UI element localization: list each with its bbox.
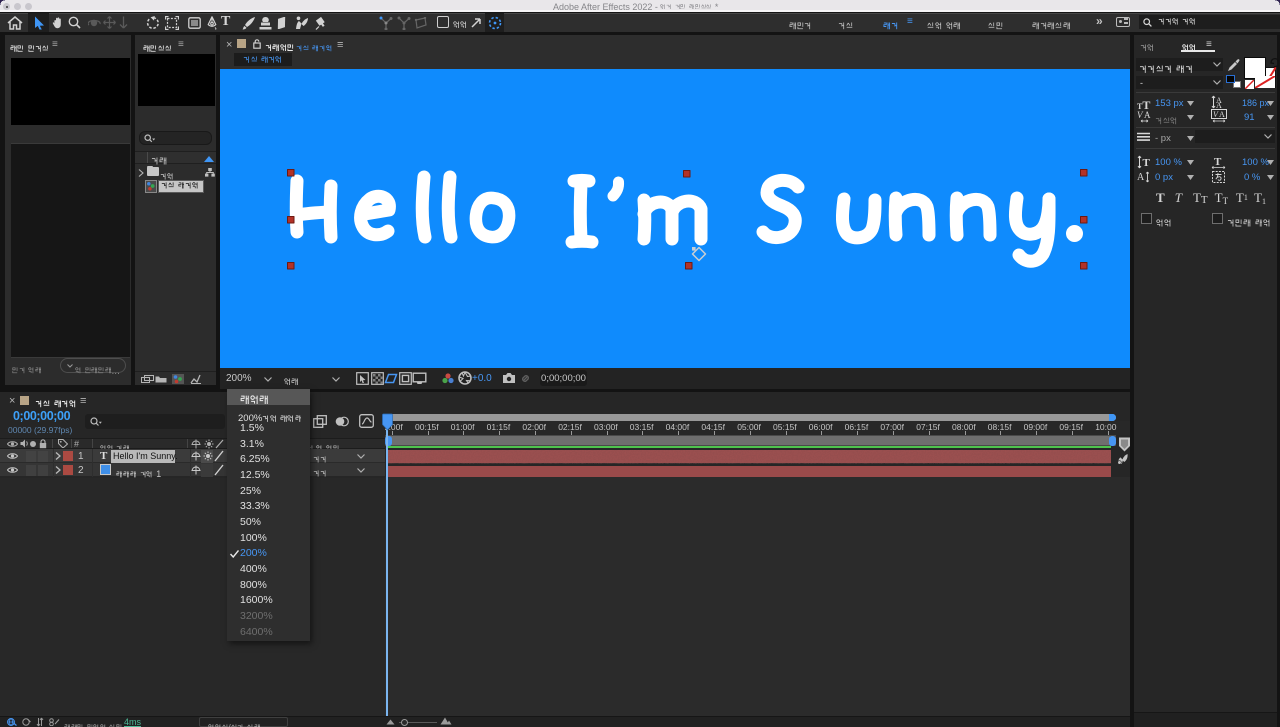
svg-text:A: A	[1219, 110, 1225, 119]
svg-text:T: T	[1214, 156, 1222, 168]
svg-text:A: A	[1216, 101, 1222, 109]
svg-text:A: A	[1144, 110, 1151, 120]
svg-text:T: T	[1143, 157, 1151, 169]
svg-text:V: V	[1137, 110, 1144, 120]
svg-text:A: A	[1137, 172, 1145, 183]
